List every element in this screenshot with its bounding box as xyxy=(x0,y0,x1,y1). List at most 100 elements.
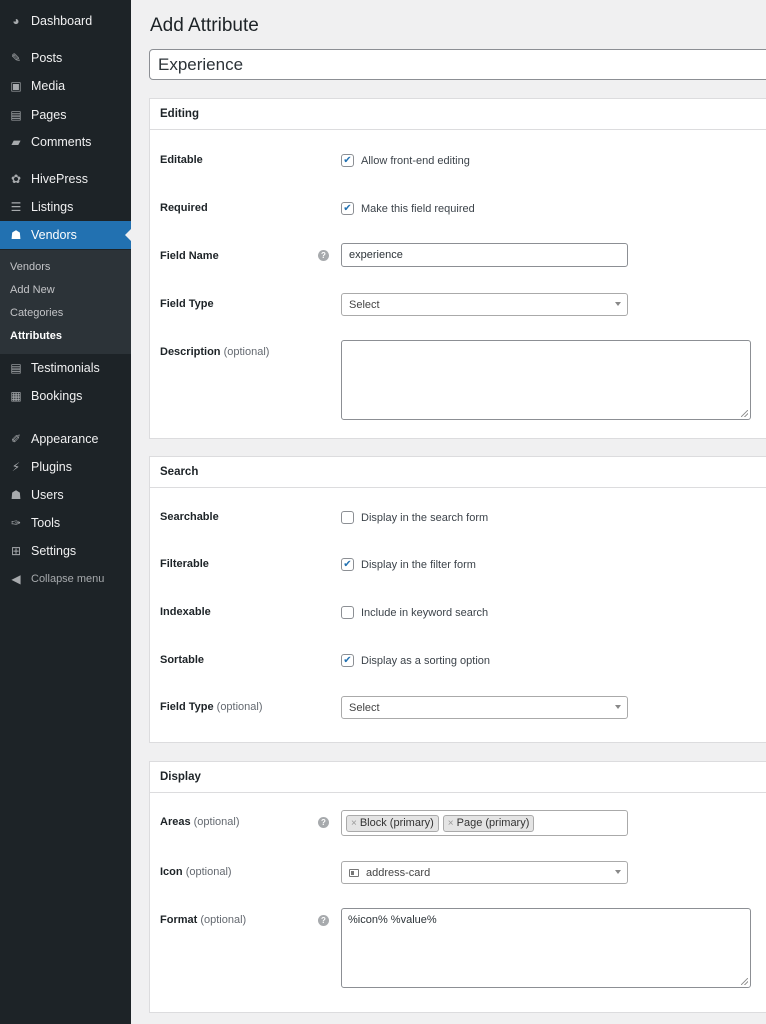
optional-hint: (optional) xyxy=(193,816,240,828)
sidebar-item-label: Media xyxy=(31,79,66,93)
field-type-select[interactable]: Select xyxy=(341,293,628,316)
area-tag: × Block (primary) xyxy=(346,814,439,832)
indexable-checkbox[interactable]: Include in keyword search xyxy=(341,606,488,619)
help-icon[interactable]: ? xyxy=(318,817,329,828)
areas-label: Areas (optional) xyxy=(160,816,240,828)
optional-hint: (optional) xyxy=(216,701,263,713)
user-icon: ☗ xyxy=(10,488,22,502)
remove-tag-icon[interactable]: × xyxy=(448,818,454,829)
sidebar-item-settings[interactable]: ⊞ Settings xyxy=(0,537,131,565)
checkbox-checked[interactable]: ✔ xyxy=(341,154,354,167)
sidebar-item-tools[interactable]: ✑ Tools xyxy=(0,509,131,537)
remove-tag-icon[interactable]: × xyxy=(351,818,357,829)
checkbox-unchecked[interactable] xyxy=(341,511,354,524)
checkbox-checked[interactable]: ✔ xyxy=(341,654,354,667)
pages-icon: ▤ xyxy=(10,108,22,122)
comment-icon: ▰ xyxy=(11,135,21,149)
label-text: Description xyxy=(160,346,221,358)
optional-hint: (optional) xyxy=(185,866,232,878)
submenu-item-attributes[interactable]: Attributes xyxy=(10,330,62,342)
areas-multiselect[interactable]: × Block (primary) × Page (primary) xyxy=(341,810,628,836)
sidebar-item-label: Dashboard xyxy=(31,14,93,28)
checkbox-label: Make this field required xyxy=(361,202,475,215)
sidebar-item-hivepress[interactable]: ✿ HivePress xyxy=(0,165,131,193)
testimonials-icon: ▤ xyxy=(10,361,22,375)
submenu-item-vendors[interactable]: Vendors xyxy=(10,261,50,273)
sidebar-item-appearance[interactable]: ✐ Appearance xyxy=(0,425,131,453)
submenu-item-categories[interactable]: Categories xyxy=(10,307,63,319)
format-textarea[interactable]: %icon% %value% xyxy=(341,908,751,988)
sidebar-item-bookings[interactable]: ▦ Bookings xyxy=(0,382,131,410)
sortable-checkbox[interactable]: ✔ Display as a sorting option xyxy=(341,654,490,667)
sidebar-item-label: Appearance xyxy=(31,432,99,446)
paintbrush-icon: ✐ xyxy=(10,432,22,446)
collapse-menu-button[interactable]: ◀ Collapse menu xyxy=(0,565,131,593)
help-icon[interactable]: ? xyxy=(318,915,329,926)
description-textarea[interactable] xyxy=(341,340,751,420)
select-value: Select xyxy=(349,298,380,311)
sidebar-item-vendors[interactable]: ☗ Vendors xyxy=(0,221,131,249)
sidebar-item-media[interactable]: ▣ Media xyxy=(0,72,131,100)
checkbox-unchecked[interactable] xyxy=(341,606,354,619)
sidebar-item-label: Posts xyxy=(31,51,63,65)
tag-label: Page (primary) xyxy=(456,817,530,829)
help-icon[interactable]: ? xyxy=(318,250,329,261)
label-text: Icon xyxy=(160,866,183,878)
settings-icon: ⊞ xyxy=(10,544,22,558)
sidebar-item-label: Settings xyxy=(31,544,77,558)
submenu-item-add-new[interactable]: Add New xyxy=(10,284,55,296)
page-title: Add Attribute xyxy=(150,15,259,36)
icon-select[interactable]: address-card xyxy=(341,861,628,884)
calendar-icon: ▦ xyxy=(10,389,22,403)
sidebar-item-label: Vendors xyxy=(31,228,77,242)
sidebar-item-plugins[interactable]: ⚡ Plugins xyxy=(0,453,131,481)
format-label: Format (optional) xyxy=(160,914,246,926)
sidebar-item-pages[interactable]: ▤ Pages xyxy=(0,101,131,129)
search-panel: Search Searchable Display in the search … xyxy=(149,456,766,743)
sidebar-item-label: Testimonials xyxy=(31,361,100,375)
resize-handle-icon[interactable] xyxy=(741,978,748,985)
collapse-icon: ◀ xyxy=(11,572,21,586)
admin-sidebar: ◕ Dashboard ✎ Posts ▣ Media ▤ Pages ▰ Co… xyxy=(0,0,131,1024)
plugin-icon: ⚡ xyxy=(11,460,21,474)
attribute-name-input[interactable]: Experience xyxy=(149,49,766,80)
checkbox-label: Display as a sorting option xyxy=(361,654,491,667)
optional-hint: (optional) xyxy=(223,346,270,358)
checkbox-checked[interactable]: ✔ xyxy=(341,558,354,571)
searchable-label: Searchable xyxy=(160,511,219,523)
checkbox-label: Include in keyword search xyxy=(361,606,489,619)
dropdown-arrow-icon xyxy=(615,705,621,709)
checkbox-label: Display in the filter form xyxy=(361,558,476,571)
media-icon: ▣ xyxy=(10,79,22,93)
description-label: Description (optional) xyxy=(160,346,269,358)
field-name-input[interactable]: experience xyxy=(341,243,628,267)
label-text: Field Type xyxy=(160,701,214,713)
dropdown-arrow-icon xyxy=(615,870,621,874)
sidebar-item-posts[interactable]: ✎ Posts xyxy=(0,44,131,72)
dropdown-arrow-icon xyxy=(615,302,621,306)
checkbox-checked[interactable]: ✔ xyxy=(341,202,354,215)
sidebar-item-listings[interactable]: ☰ Listings xyxy=(0,193,131,221)
editable-checkbox[interactable]: ✔ Allow front-end editing xyxy=(341,154,470,167)
filterable-checkbox[interactable]: ✔ Display in the filter form xyxy=(341,558,476,571)
collapse-menu-label: Collapse menu xyxy=(31,573,105,585)
address-card-icon xyxy=(349,868,359,877)
search-field-type-select[interactable]: Select xyxy=(341,696,628,719)
hivepress-icon: ✿ xyxy=(10,172,22,186)
listings-icon: ☰ xyxy=(10,200,22,214)
resize-handle-icon[interactable] xyxy=(741,410,748,417)
sidebar-item-users[interactable]: ☗ Users xyxy=(0,481,131,509)
sidebar-item-label: Plugins xyxy=(31,460,72,474)
required-label: Required xyxy=(160,202,208,214)
label-text: Format xyxy=(160,914,198,926)
sidebar-item-label: Pages xyxy=(31,108,67,122)
textarea-value: %icon% %value% xyxy=(348,914,437,926)
searchable-checkbox[interactable]: Display in the search form xyxy=(341,511,488,524)
required-checkbox[interactable]: ✔ Make this field required xyxy=(341,202,475,215)
sidebar-item-dashboard[interactable]: ◕ Dashboard xyxy=(0,7,131,35)
sidebar-item-testimonials[interactable]: ▤ Testimonials xyxy=(0,354,131,382)
panel-heading: Editing xyxy=(150,99,766,130)
sidebar-item-comments[interactable]: ▰ Comments xyxy=(0,128,131,156)
display-panel: Display Areas (optional) ? × Block (prima… xyxy=(149,761,766,1013)
sidebar-item-label: Tools xyxy=(31,516,61,530)
